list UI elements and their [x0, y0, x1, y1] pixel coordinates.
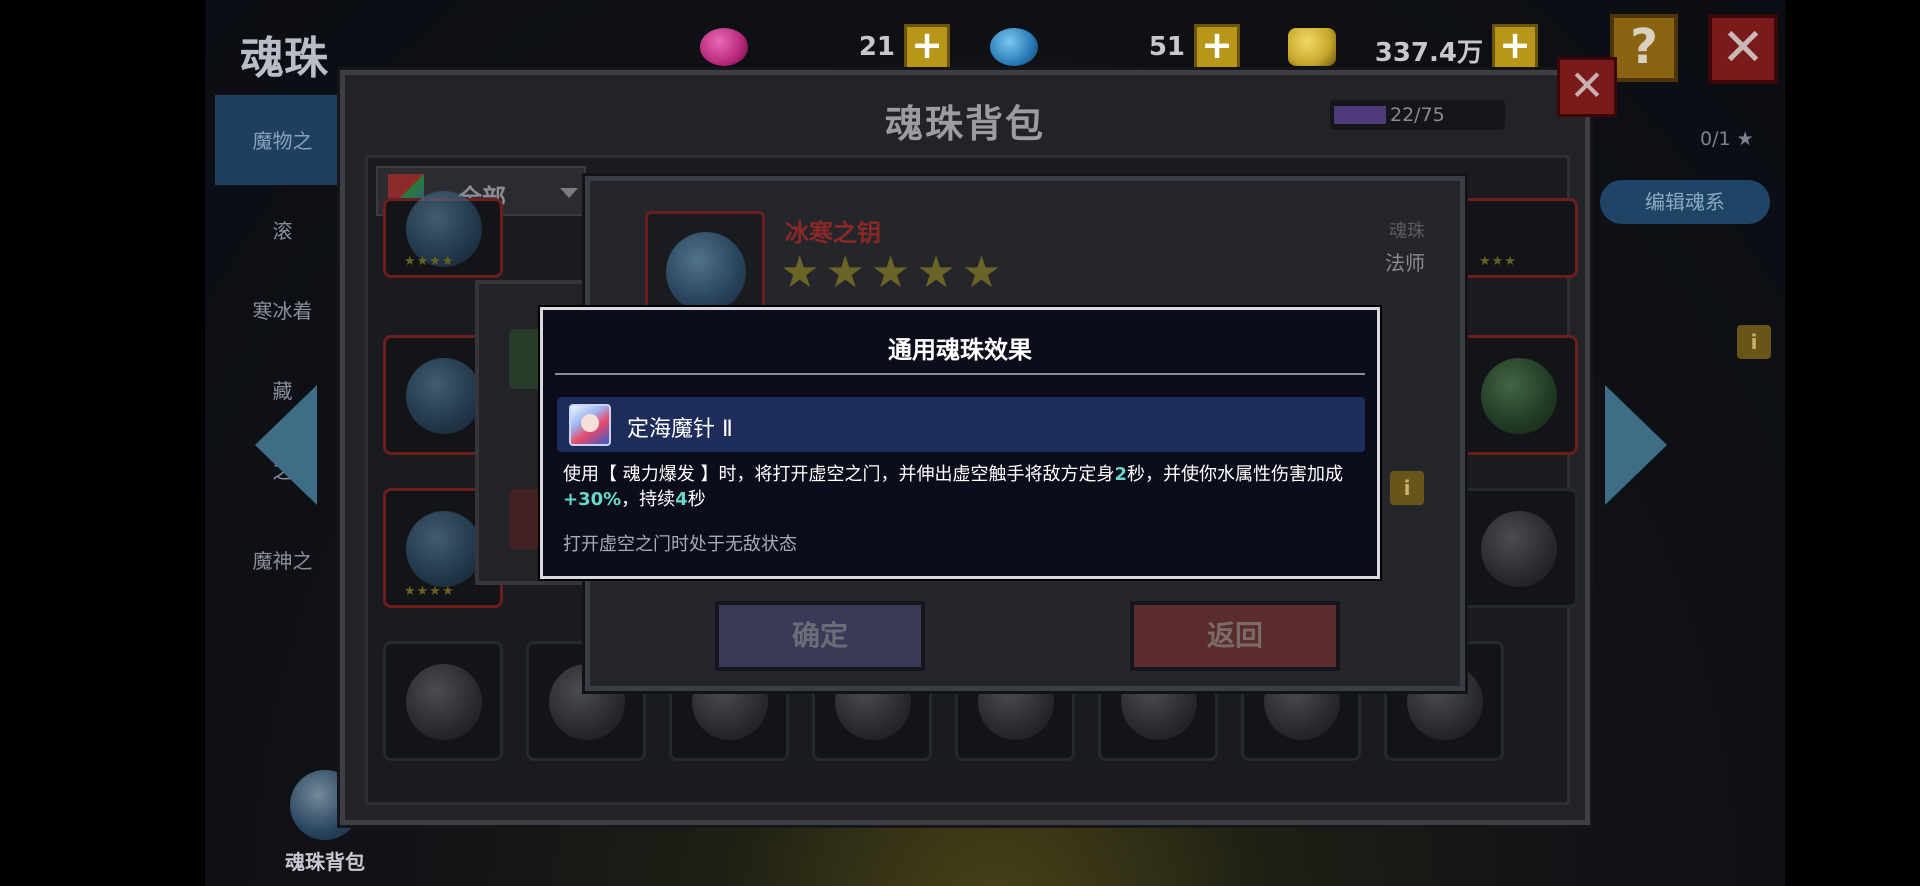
left-tab-item[interactable]: 魔神之 [215, 515, 350, 605]
next-arrow-icon[interactable] [1605, 385, 1667, 505]
close-bag-button[interactable]: ✕ [1557, 57, 1617, 117]
left-tab-item[interactable]: 寒冰着 [215, 265, 350, 355]
orb-star-rating: ★★★★★ [780, 247, 1008, 298]
slot-stars: ★★★★ [404, 584, 455, 599]
info-icon[interactable]: i [1737, 325, 1771, 359]
character-portrait-icon [569, 404, 611, 446]
prev-arrow-icon[interactable] [255, 385, 317, 505]
page-title: 魂珠 [240, 33, 328, 84]
divider [555, 373, 1365, 375]
soul-orb-icon [1481, 511, 1557, 587]
soul-orb-icon [1481, 358, 1557, 434]
desc-text: 使用【 魂力爆发 】时，将打开虚空之门，并伸出虚空触手将敌方定身 [563, 464, 1115, 485]
desc-highlight: 4 [675, 489, 688, 510]
currency-purple-gem: 21 + [700, 22, 950, 72]
slot-stars: ★★★★ [404, 254, 455, 269]
confirm-button[interactable]: 确定 [715, 601, 925, 671]
effect-description: 使用【 魂力爆发 】时，将打开虚空之门，并伸出虚空触手将敌方定身2秒，并使你水属… [563, 462, 1363, 512]
blue-gem-icon [990, 28, 1038, 66]
currency-blue-gem: 51 + [990, 22, 1240, 72]
currency-amount: 337.4万 [1374, 38, 1483, 68]
effect-popup: 通用魂珠效果 定海魔针 Ⅱ 使用【 魂力爆发 】时，将打开虚空之门，并伸出虚空触… [540, 307, 1380, 579]
info-icon[interactable]: i [1390, 471, 1424, 505]
desc-highlight: 2 [1114, 464, 1127, 485]
slot-stars: ★★★ [1479, 254, 1517, 269]
gold-coin-icon [1288, 28, 1336, 66]
desc-text: 秒 [687, 489, 706, 510]
desc-text: ，持续 [621, 489, 676, 510]
currency-gold: 337.4万 + [1288, 22, 1538, 72]
soul-orb-slot[interactable] [383, 641, 503, 761]
bag-capacity: 22/75 [1330, 100, 1505, 130]
desc-text: 秒，并使你水属性伤害加成 [1126, 464, 1343, 485]
add-blue-gem-button[interactable]: + [1194, 24, 1240, 70]
back-button[interactable]: 返回 [1130, 601, 1340, 671]
skill-name: 定海魔针 Ⅱ [627, 417, 733, 442]
help-button[interactable]: ? [1610, 14, 1678, 82]
left-tab-item[interactable]: 滚 [215, 185, 350, 275]
add-gold-button[interactable]: + [1492, 24, 1538, 70]
soul-orb-slot[interactable]: ★★★★ [383, 191, 503, 278]
ice-key-orb-icon [666, 232, 746, 312]
skill-header: 定海魔针 Ⅱ [557, 397, 1365, 452]
capacity-fill [1334, 106, 1386, 124]
desc-highlight: +30% [563, 489, 622, 510]
soul-orb-slot[interactable] [1458, 335, 1578, 455]
soul-orb-icon [406, 511, 482, 587]
capacity-text: 22/75 [1390, 104, 1445, 126]
orb-name: 冰寒之钥 [785, 219, 881, 247]
soul-orb-slot[interactable]: ★★★ [1458, 198, 1578, 278]
orb-type: 魂珠 [1389, 221, 1425, 242]
nav-soul-bag-label: 魂珠背包 [285, 850, 365, 874]
orb-class: 法师 [1385, 251, 1425, 275]
left-tab-item[interactable]: 魔物之 [215, 95, 350, 185]
currency-amount: 51 [1148, 32, 1185, 62]
currency-amount: 21 [858, 32, 895, 62]
soul-orb-slot[interactable] [1458, 488, 1578, 608]
chevron-down-icon [560, 188, 578, 198]
close-page-button[interactable]: ✕ [1708, 14, 1778, 84]
slot-count: 0/1 ★ [1700, 128, 1754, 150]
soul-orb-icon [406, 358, 482, 434]
effect-note: 打开虚空之门时处于无敌状态 [563, 534, 797, 555]
add-purple-gem-button[interactable]: + [904, 24, 950, 70]
portrait-face [581, 414, 599, 432]
edit-soul-series-button[interactable]: 编辑魂系 [1600, 180, 1770, 224]
soul-orb-icon [406, 664, 482, 740]
effect-title: 通用魂珠效果 [888, 336, 1032, 364]
purple-gem-icon [700, 28, 748, 66]
